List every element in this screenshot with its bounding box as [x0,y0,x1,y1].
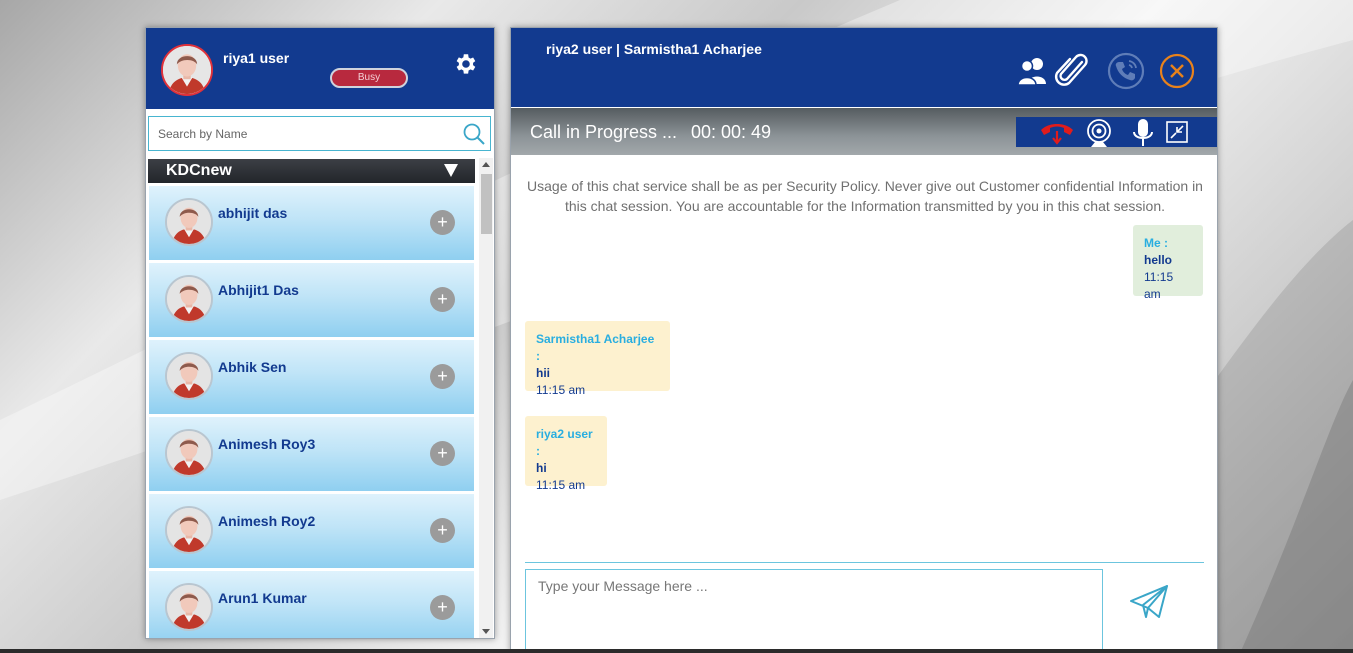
message-time: 11:15 am [536,383,586,397]
call-controls [1016,117,1217,148]
add-contact-icon[interactable]: + [430,441,455,466]
contact-avatar-icon [165,352,213,400]
users-icon[interactable] [1016,54,1050,88]
message-sender: riya2 user : [536,427,593,458]
minimize-icon[interactable] [1166,121,1188,143]
contact-name: Arun1 Kumar [218,590,307,606]
message-text: hello [1144,253,1173,267]
add-contact-icon[interactable]: + [430,364,455,389]
contact-name: Animesh Roy3 [218,436,316,452]
message-input-box [525,569,1103,652]
search-icon[interactable] [462,122,486,146]
current-user-name: riya1 user [223,50,290,66]
contact-avatar-icon [165,506,213,554]
search-box [148,116,491,151]
contact-item[interactable]: Abhijit1 Das + [149,263,474,337]
contact-item[interactable]: abhijit das + [149,186,474,260]
contact-avatar-icon [165,583,213,631]
call-status-bar: Call in Progress ... 00: 00: 49 [511,108,1217,155]
scroll-up-arrow-icon[interactable] [479,158,493,172]
chat-panel: riya2 user | Sarmistha1 Acharjee Call in… [510,27,1218,653]
contact-avatar-icon [165,275,213,323]
add-contact-icon[interactable]: + [430,210,455,235]
call-timer: 00: 00: 49 [691,122,772,142]
close-icon[interactable] [1159,53,1195,89]
microphone-icon[interactable] [1129,118,1157,148]
status-badge[interactable]: Busy [330,68,408,88]
message-sender: Sarmistha1 Acharjee : [536,332,655,363]
contact-item[interactable]: Animesh Roy2 + [149,494,474,568]
contact-name: Abhijit1 Das [218,282,299,298]
group-header[interactable]: KDCnew [148,159,475,183]
add-contact-icon[interactable]: + [430,595,455,620]
paperclip-icon[interactable] [1054,52,1090,90]
contact-list-scrollbar[interactable] [479,158,493,638]
message-sender: Me : [1144,236,1168,250]
user-avatar-icon[interactable] [161,44,213,96]
search-input[interactable] [149,117,449,150]
message-time: 11:15 am [1144,270,1174,301]
message-text: hi [536,461,547,475]
message-text: hii [536,366,550,380]
chat-message-incoming: Sarmistha1 Acharjee : hii 11:15 am [525,321,670,397]
group-name: KDCnew [166,162,232,179]
user-header: riya1 user Busy [146,28,494,109]
scroll-thumb[interactable] [481,174,492,234]
contact-name: Animesh Roy2 [218,513,316,529]
contacts-panel: riya1 user Busy KDCnew abhijit das + Abh… [145,27,495,639]
contact-avatar-icon [165,198,213,246]
triangle-down-icon[interactable] [444,164,458,177]
send-icon[interactable] [1129,584,1169,620]
chat-message-incoming: riya2 user : hi 11:15 am [525,416,607,492]
contact-name: abhijit das [218,205,288,221]
phone-call-icon[interactable] [1107,52,1145,90]
call-status-text: Call in Progress ... [530,122,678,142]
security-disclaimer: Usage of this chat service shall be as p… [527,178,1203,214]
contact-item[interactable]: Arun1 Kumar + [149,571,474,638]
bottom-border [0,649,1353,653]
chat-divider [525,562,1204,563]
add-contact-icon[interactable]: + [430,287,455,312]
add-contact-icon[interactable]: + [430,518,455,543]
contact-item[interactable]: Abhik Sen + [149,340,474,414]
contact-name: Abhik Sen [218,359,287,375]
gear-icon[interactable] [452,51,478,77]
hangup-icon[interactable] [1037,118,1077,146]
message-time: 11:15 am [536,478,586,492]
chat-message-outgoing: Me : hello 11:15 am [1133,225,1203,301]
chat-header: riya2 user | Sarmistha1 Acharjee [511,28,1217,107]
contact-item[interactable]: Animesh Roy3 + [149,417,474,491]
message-input[interactable] [526,570,1102,652]
chat-title: riya2 user | Sarmistha1 Acharjee [546,41,762,57]
scroll-down-arrow-icon[interactable] [479,624,493,638]
contact-list: abhijit das + Abhijit1 Das + Abhik Sen +… [149,186,474,638]
contact-avatar-icon [165,429,213,477]
webcam-icon[interactable] [1083,118,1115,148]
